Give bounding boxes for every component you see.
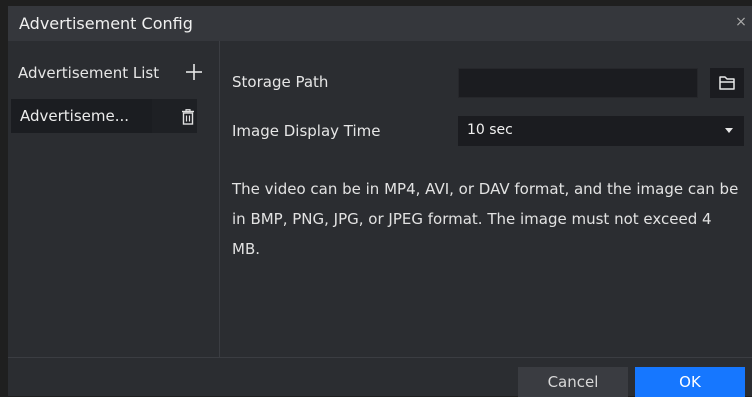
image-display-time-value: 10 sec <box>467 122 513 138</box>
format-note: The video can be in MP4, AVI, or DAV for… <box>232 180 739 258</box>
plus-icon[interactable] <box>183 61 205 83</box>
image-display-time-select[interactable]: 10 sec <box>458 116 744 146</box>
storage-path-input[interactable] <box>458 68 698 98</box>
dialog-title: Advertisement Config <box>19 14 193 33</box>
chevron-down-icon <box>725 128 733 133</box>
advertisement-list-header: Advertisement List <box>18 64 160 82</box>
cancel-button[interactable]: Cancel <box>518 367 628 397</box>
folder-icon[interactable] <box>710 68 744 98</box>
config-content: Storage Path Image Display Time 10 sec T… <box>220 41 752 357</box>
close-icon[interactable]: × <box>734 15 748 29</box>
image-display-time-label: Image Display Time <box>232 122 381 140</box>
advertisement-item-label[interactable]: Advertiseme... <box>11 99 152 133</box>
storage-path-label: Storage Path <box>232 73 329 91</box>
list-item[interactable]: Advertiseme... <box>11 99 197 133</box>
trash-icon[interactable] <box>181 109 195 125</box>
dialog-titlebar: Advertisement Config × <box>8 6 752 41</box>
advertisement-config-dialog: Advertisement Config × Advertisement Lis… <box>8 6 752 397</box>
advertisement-list-panel: Advertisement List Advertiseme... <box>8 41 220 357</box>
ok-button[interactable]: OK <box>635 367 745 397</box>
dialog-footer: Cancel OK <box>8 357 752 397</box>
